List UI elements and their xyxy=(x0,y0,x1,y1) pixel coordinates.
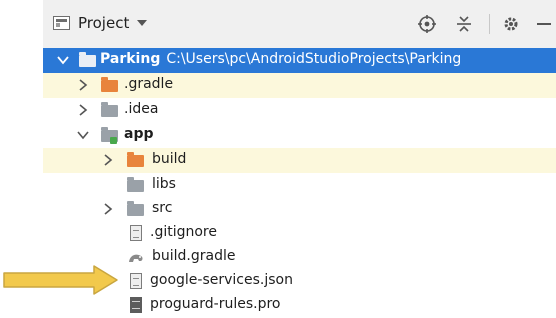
chevron-down-icon[interactable] xyxy=(76,128,90,142)
project-path: C:\Users\pc\AndroidStudioProjects\Parkin… xyxy=(166,51,462,67)
module-folder-icon xyxy=(101,127,119,144)
chevron-down-icon[interactable] xyxy=(56,53,70,67)
tree-item-src[interactable]: src xyxy=(43,197,556,222)
project-view-icon xyxy=(53,16,70,30)
tree-item-label: proguard-rules.pro xyxy=(150,296,281,312)
tree-item-label: google-services.json xyxy=(150,272,293,288)
target-icon[interactable] xyxy=(416,13,438,35)
tree-item-label: .idea xyxy=(124,101,159,117)
chevron-right-icon[interactable] xyxy=(101,202,115,216)
project-view-title: Project xyxy=(78,14,130,32)
tree-item-build[interactable]: build xyxy=(43,148,556,173)
gear-icon[interactable] xyxy=(500,13,522,35)
chevron-right-icon[interactable] xyxy=(76,78,90,92)
tree-item-label: build xyxy=(152,151,187,167)
yellow-arrow-icon xyxy=(3,265,118,295)
excluded-folder-icon xyxy=(127,152,145,168)
chevron-right-icon[interactable] xyxy=(101,153,115,167)
hide-icon[interactable] xyxy=(533,13,555,35)
tree-item-app[interactable]: app xyxy=(43,123,556,148)
tree-item-label: src xyxy=(152,200,173,216)
project-view-selector[interactable]: Project xyxy=(53,12,148,34)
gitignore-file-icon xyxy=(127,225,145,241)
tree-item-label: build.gradle xyxy=(152,248,236,264)
text-file-icon xyxy=(127,297,145,313)
chevron-right-icon[interactable] xyxy=(76,103,90,117)
tree-item-gradle[interactable]: .gradle xyxy=(43,73,556,98)
tree-item-parking[interactable]: Parking C:\Users\pc\AndroidStudioProjects… xyxy=(43,48,556,73)
tree-item-libs[interactable]: libs xyxy=(43,173,556,198)
collapse-all-icon[interactable] xyxy=(453,13,475,35)
tree-item-label: Parking xyxy=(100,51,161,67)
tree-item-idea[interactable]: .idea xyxy=(43,98,556,123)
tree-item-label: libs xyxy=(152,176,176,192)
project-toolbar: Project xyxy=(43,0,556,49)
tree-item-label: .gradle xyxy=(124,76,174,92)
json-file-icon xyxy=(127,273,145,289)
excluded-folder-icon xyxy=(101,77,119,93)
folder-icon xyxy=(127,177,145,193)
chevron-down-icon xyxy=(137,20,148,26)
tree-item-proguard-rules[interactable]: proguard-rules.pro xyxy=(43,293,556,318)
gradle-file-icon xyxy=(127,249,145,265)
toolbar-divider xyxy=(489,14,490,34)
tree-item-label: .gitignore xyxy=(150,224,217,240)
tree-item-gitignore[interactable]: .gitignore xyxy=(43,221,556,246)
project-folder-icon xyxy=(79,52,97,68)
folder-icon xyxy=(127,201,145,217)
folder-icon xyxy=(101,102,119,118)
tree-item-label: app xyxy=(124,126,154,142)
